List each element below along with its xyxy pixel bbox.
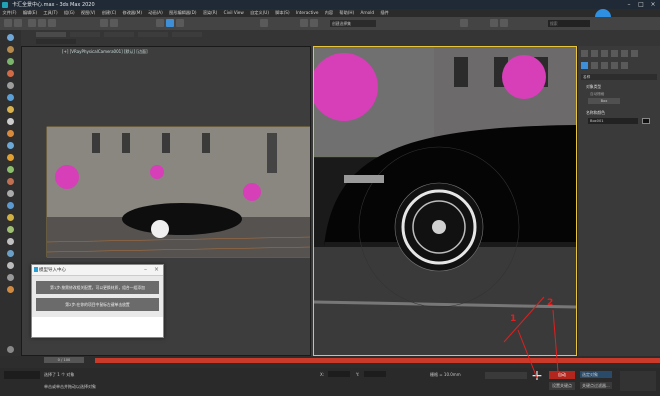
annotation-arrows xyxy=(517,309,559,379)
